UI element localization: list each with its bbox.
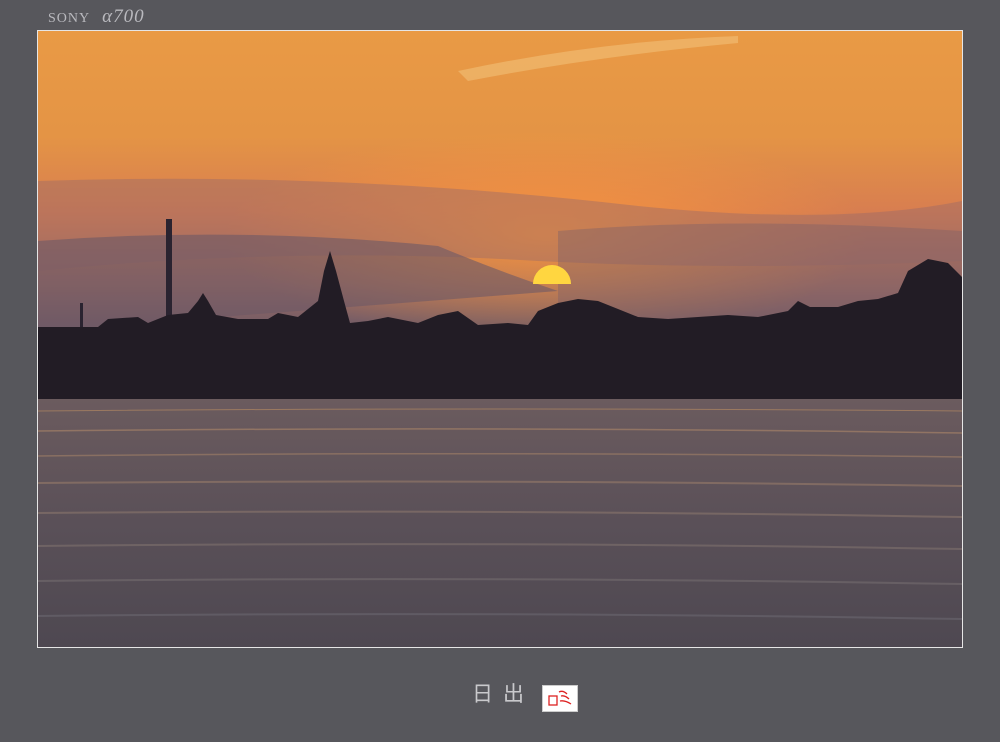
lake [38, 399, 962, 647]
camera-label: SONY α700 [48, 6, 145, 28]
sunrise-scene [38, 31, 962, 647]
chimney [166, 219, 172, 329]
camera-brand: SONY [48, 11, 91, 26]
camera-model: α700 [102, 6, 145, 27]
red-seal-stamp-icon [542, 685, 578, 712]
photo-caption: 日出 [472, 682, 534, 706]
sunrise-photo [37, 30, 963, 648]
